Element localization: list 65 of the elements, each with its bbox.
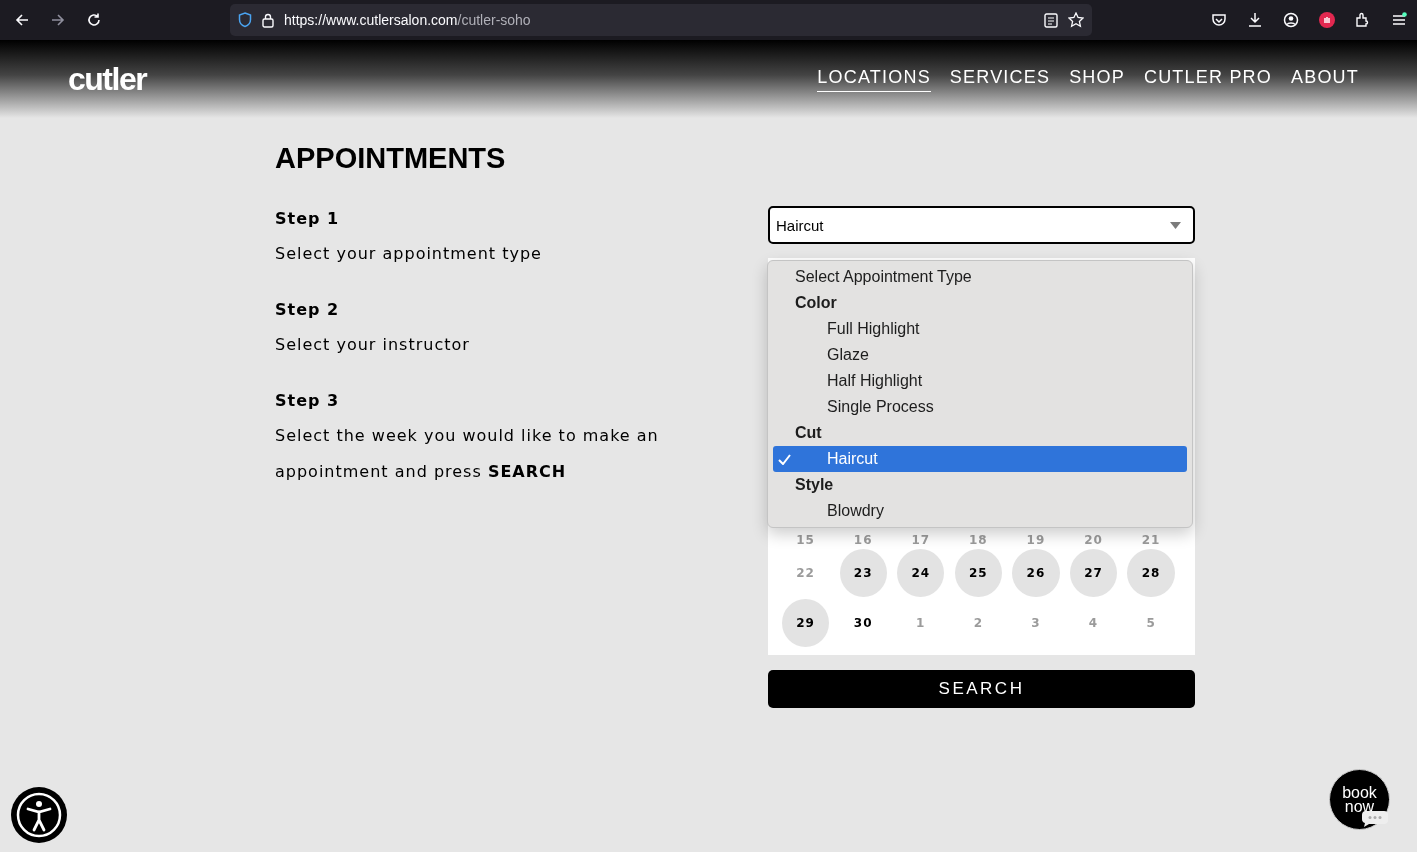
calendar-day: 4 <box>1069 599 1118 647</box>
bookmark-star-icon[interactable] <box>1068 12 1084 28</box>
step-label: Step 3 <box>275 391 341 410</box>
chat-bubble-icon[interactable] <box>1361 810 1389 828</box>
nav-link[interactable]: SHOP <box>1069 66 1125 92</box>
step-text: Select the week you would like to make an appointment and press SEARCH <box>275 425 660 483</box>
calendar-day: 19 <box>1012 532 1060 548</box>
calendar-day[interactable]: 29 <box>782 599 830 647</box>
page-title: APPOINTMENTS <box>275 142 507 175</box>
account-icon[interactable] <box>1283 12 1299 28</box>
book-now-button[interactable]: book now <box>1329 769 1390 830</box>
reader-view-icon[interactable] <box>1044 12 1058 28</box>
calendar-day[interactable]: 23 <box>839 549 887 597</box>
extensions-icon[interactable] <box>1355 12 1371 28</box>
dropdown-option[interactable]: Full Highlight <box>773 316 1187 342</box>
pocket-icon[interactable] <box>1211 12 1227 28</box>
address-bar[interactable]: https://www.cutlersalon.com/cutler-soho <box>230 4 1092 36</box>
calendar-day: 2 <box>954 599 1002 647</box>
calendar-day: 15 <box>782 532 830 548</box>
calendar-day: 22 <box>782 549 830 597</box>
dropdown-option[interactable]: Half Highlight <box>773 368 1187 394</box>
dropdown-option[interactable]: Glaze <box>773 342 1187 368</box>
accessibility-icon[interactable] <box>10 786 68 844</box>
calendar-day: 20 <box>1069 532 1118 548</box>
dropdown-option[interactable]: Haircut <box>773 446 1187 472</box>
calendar-day: 16 <box>839 532 887 548</box>
logo[interactable]: cutler <box>68 60 147 98</box>
nav-link[interactable]: CUTLER PRO <box>1143 66 1272 92</box>
nav-link[interactable]: LOCATIONS <box>817 66 931 92</box>
step-label: Step 2 <box>275 300 341 319</box>
step-text: Select your instructor <box>275 334 471 356</box>
download-icon[interactable] <box>1247 12 1263 28</box>
calendar-day: 30 <box>839 599 887 647</box>
calendar-day[interactable]: 27 <box>1069 549 1118 597</box>
lock-icon <box>262 12 274 28</box>
calendar-day: 18 <box>954 532 1002 548</box>
option-group-label: Style <box>794 475 835 495</box>
nav-link[interactable]: ABOUT <box>1291 66 1359 92</box>
appointment-type-select[interactable]: Haircut <box>768 206 1195 244</box>
step-text: Select your appointment type <box>275 243 543 265</box>
forward-icon[interactable] <box>50 12 66 28</box>
dropdown-option[interactable]: Select Appointment Type <box>773 264 1187 290</box>
menu-icon[interactable] <box>1391 12 1407 28</box>
calendar-day: 21 <box>1127 532 1175 548</box>
calendar-day: 17 <box>897 532 945 548</box>
url-text: https://www.cutlersalon.com/cutler-soho <box>284 12 531 28</box>
calendar-day: 5 <box>1127 599 1175 647</box>
calendar-day: 3 <box>1012 599 1060 647</box>
calendar-day[interactable]: 24 <box>897 549 945 597</box>
calendar-day[interactable]: 26 <box>1012 549 1060 597</box>
calendar-day[interactable]: 25 <box>954 549 1002 597</box>
dropdown-arrow-icon <box>1170 221 1181 229</box>
search-button[interactable]: SEARCH <box>768 670 1195 708</box>
step-label: Step 1 <box>275 209 341 228</box>
reload-icon[interactable] <box>86 12 102 28</box>
option-group-label: Cut <box>794 423 823 443</box>
shield-icon[interactable] <box>238 12 252 28</box>
dropdown-option[interactable]: Blowdry <box>773 498 1187 524</box>
nav-link[interactable]: SERVICES <box>949 66 1051 92</box>
checkmark-icon <box>778 453 791 465</box>
calendar-day[interactable]: 28 <box>1127 549 1175 597</box>
calendar-day: 1 <box>897 599 945 647</box>
option-group-label: Color <box>794 293 838 313</box>
back-icon[interactable] <box>14 12 30 28</box>
dropdown-option[interactable]: Single Process <box>773 394 1187 420</box>
